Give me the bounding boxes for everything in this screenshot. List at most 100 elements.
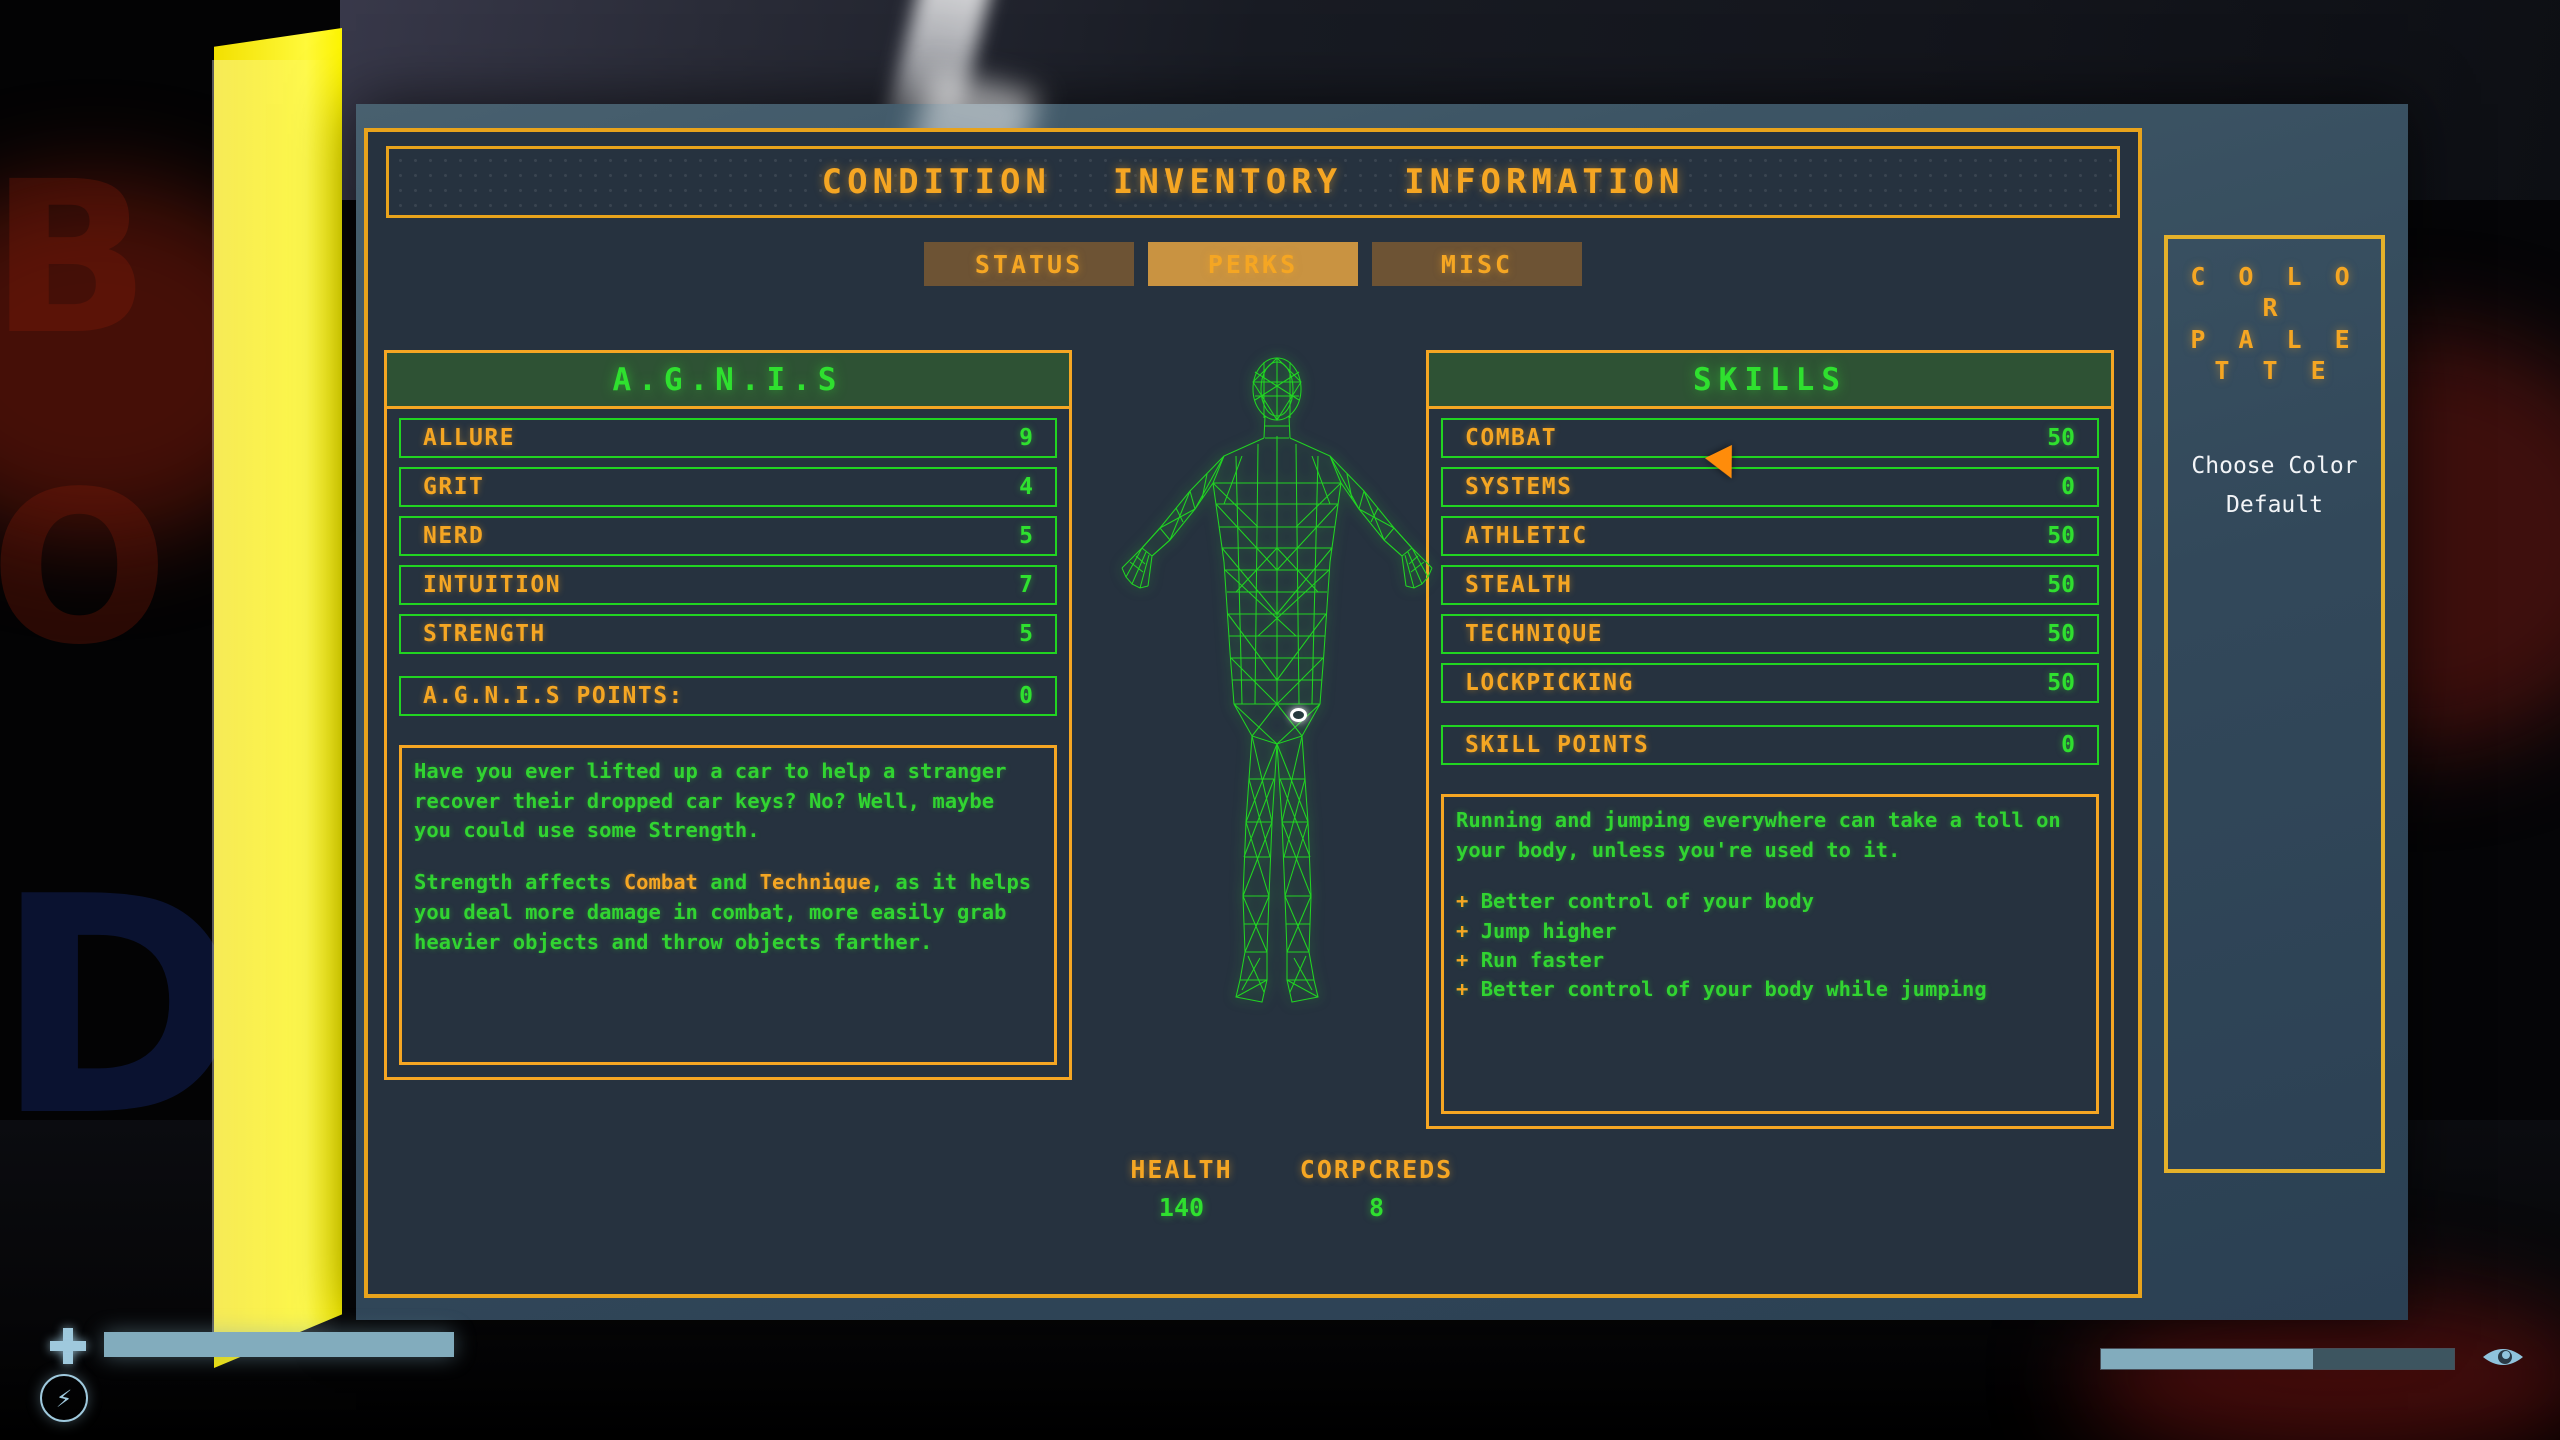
perk-bullet-icon: + [1456, 889, 1469, 914]
stat-row-strength[interactable]: STRENGTH 5 [399, 614, 1057, 654]
agnis-stat-list: ALLURE 9 GRIT 4 NERD 5 INTUITION 7 STREN… [387, 409, 1069, 735]
skill-value: 0 [2061, 474, 2075, 500]
skill-row-stealth[interactable]: STEALTH 50 [1441, 565, 2099, 605]
perk-item: + Better control of your body [1456, 887, 2084, 916]
character-sheet-screen: CONDITION INVENTORY INFORMATION STATUS P… [364, 128, 2142, 1298]
tab-perks[interactable]: PERKS [1148, 242, 1358, 286]
perk-bullet-icon: + [1456, 947, 1469, 972]
top-tab-condition[interactable]: CONDITION [822, 162, 1051, 202]
stat-label: STRENGTH [423, 621, 546, 647]
skill-label: TECHNIQUE [1465, 621, 1604, 647]
agnis-description-effects: Strength affects Combat and Technique, a… [414, 868, 1042, 957]
skill-row-technique[interactable]: TECHNIQUE 50 [1441, 614, 2099, 654]
wireframe-svg [1121, 357, 1433, 1003]
skill-points-label: SKILL POINTS [1465, 732, 1650, 758]
skills-panel-header: SKILLS [1429, 353, 2111, 409]
top-tab-inventory[interactable]: INVENTORY [1113, 162, 1342, 202]
choose-color-label[interactable]: Choose Color [2178, 449, 2371, 484]
tab-misc[interactable]: MISC [1372, 242, 1582, 286]
desc-highlight-technique: Technique [759, 870, 871, 895]
perk-bullet-icon: + [1456, 976, 1469, 1001]
stat-value: 9 [1019, 425, 1033, 451]
environment-yellow-panel-highlight [212, 60, 342, 1350]
current-color-value[interactable]: Default [2178, 488, 2371, 523]
health-label: HEALTH [1130, 1155, 1233, 1184]
skills-description-box: Running and jumping everywhere can take … [1441, 794, 2099, 1114]
skills-title: SKILLS [1693, 361, 1847, 398]
skill-label: ATHLETIC [1465, 523, 1588, 549]
stat-label: INTUITION [423, 572, 562, 598]
skills-description-intro: Running and jumping everywhere can take … [1456, 808, 2061, 862]
perk-bullet-icon: + [1456, 918, 1469, 943]
stealth-meter-fill [2101, 1349, 2313, 1369]
top-tab-information[interactable]: INFORMATION [1404, 162, 1684, 202]
target-reticle-icon [1290, 708, 1307, 722]
agnis-points-row: A.G.N.I.S POINTS: 0 [399, 676, 1057, 716]
health-value: 140 [1158, 1193, 1205, 1222]
skill-value: 50 [2047, 425, 2075, 451]
agnis-description-intro: Have you ever lifted up a car to help a … [414, 759, 1007, 843]
color-palette-panel: C O L O R P A L E T T E Choose Color Def… [2164, 235, 2385, 1173]
perk-item: + Run faster [1456, 946, 2084, 975]
top-tab-bar: CONDITION INVENTORY INFORMATION [386, 146, 2120, 218]
skill-points-value: 0 [2061, 732, 2075, 758]
skill-label: COMBAT [1465, 425, 1558, 451]
desc-text-a: Strength affects [414, 870, 624, 895]
skill-row-lockpicking[interactable]: LOCKPICKING 50 [1441, 663, 2099, 703]
skill-label: LOCKPICKING [1465, 670, 1634, 696]
skill-row-systems[interactable]: SYSTEMS 0 [1441, 467, 2099, 507]
desc-highlight-combat: Combat [623, 870, 698, 895]
perk-text: Jump higher [1480, 918, 1617, 943]
stat-value: 4 [1019, 474, 1033, 500]
agnis-points-value: 0 [1019, 683, 1033, 709]
visibility-eye-icon [2480, 1340, 2526, 1374]
stat-row-allure[interactable]: ALLURE 9 [399, 418, 1057, 458]
sub-tab-bar: STATUS PERKS MISC [368, 242, 2138, 286]
stat-value: 5 [1019, 523, 1033, 549]
skill-row-athletic[interactable]: ATHLETIC 50 [1441, 516, 2099, 556]
corpcreds-label: CORPCREDS [1299, 1155, 1454, 1184]
skill-points-row: SKILL POINTS 0 [1441, 725, 2099, 765]
perk-item: + Jump higher [1456, 917, 2084, 946]
corpcreds-readout: CORPCREDS 8 [1279, 1155, 1474, 1222]
health-cross-icon [48, 1326, 88, 1366]
skill-row-combat[interactable]: COMBAT 50 [1441, 418, 2099, 458]
agnis-panel-header: A.G.N.I.S [387, 353, 1069, 409]
character-wireframe-model[interactable] [1112, 352, 1442, 1052]
stat-row-grit[interactable]: GRIT 4 [399, 467, 1057, 507]
background-letter-o: O [0, 446, 169, 691]
skill-label: SYSTEMS [1465, 474, 1573, 500]
color-palette-title-line-2: P A L E T T E [2190, 324, 2359, 385]
health-readout: HEALTH 140 [1084, 1155, 1279, 1222]
background-letter-d: D [0, 833, 243, 1182]
agnis-description-box: Have you ever lifted up a car to help a … [399, 745, 1057, 1065]
vitals-readout: HEALTH 140 CORPCREDS 8 [1084, 1155, 1474, 1222]
agnis-points-label: A.G.N.I.S POINTS: [423, 683, 684, 709]
agnis-title: A.G.N.I.S [612, 361, 844, 398]
stat-value: 5 [1019, 621, 1033, 647]
skills-panel: SKILLS COMBAT 50 SYSTEMS 0 ATHLETIC 50 S… [1426, 350, 2114, 1129]
skill-value: 50 [2047, 572, 2075, 598]
eye-svg [2483, 1349, 2523, 1365]
stat-label: NERD [423, 523, 485, 549]
tab-status[interactable]: STATUS [924, 242, 1134, 286]
perk-text: Better control of your body while jumpin… [1480, 976, 1987, 1001]
skill-value: 50 [2047, 523, 2075, 549]
color-palette-title-line-1: C O L O R [2190, 262, 2359, 323]
skill-value: 50 [2047, 621, 2075, 647]
stat-row-intuition[interactable]: INTUITION 7 [399, 565, 1057, 605]
stat-value: 7 [1019, 572, 1033, 598]
health-bar [104, 1332, 454, 1357]
agnis-panel: A.G.N.I.S ALLURE 9 GRIT 4 NERD 5 INTUITI… [384, 350, 1072, 1080]
perk-text: Run faster [1480, 947, 1605, 972]
perk-item: + Better control of your body while jump… [1456, 975, 2084, 1004]
stat-label: GRIT [423, 474, 485, 500]
stealth-meter-remainder [2312, 1349, 2454, 1369]
stat-row-nerd[interactable]: NERD 5 [399, 516, 1057, 556]
skill-value: 50 [2047, 670, 2075, 696]
desc-text-b: and [697, 870, 760, 895]
skills-perk-list: + Better control of your body + Jump hig… [1456, 887, 2084, 1003]
skill-label: STEALTH [1465, 572, 1573, 598]
stat-label: ALLURE [423, 425, 516, 451]
stamina-bolt-icon: ⚡ [40, 1374, 88, 1422]
